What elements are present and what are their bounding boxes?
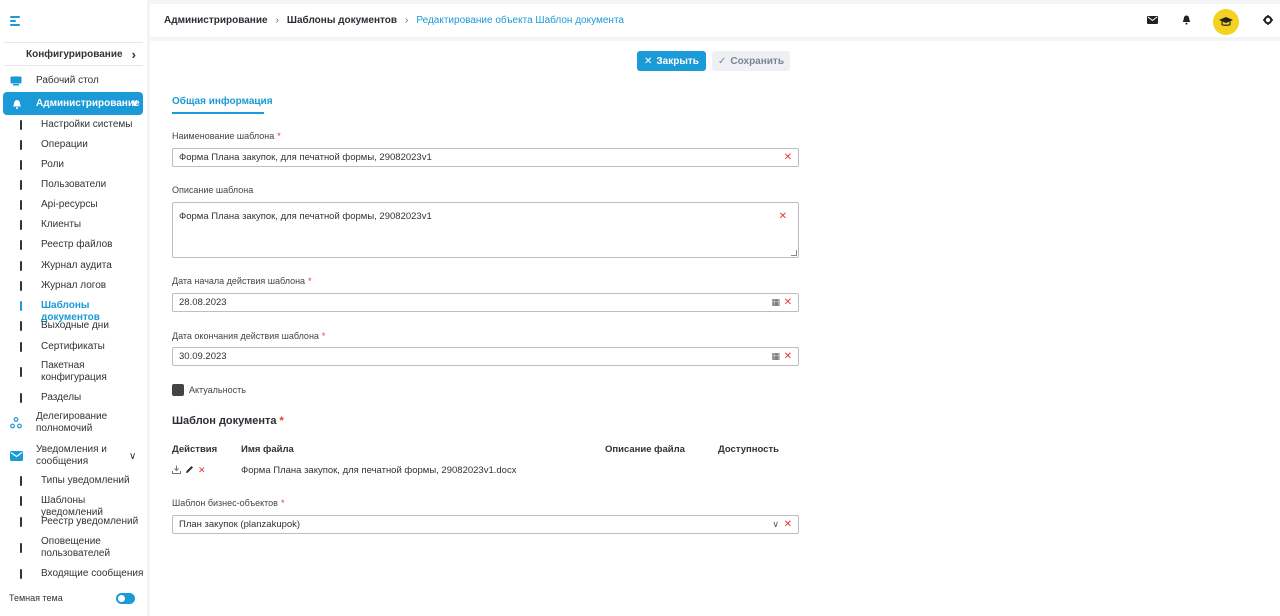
- template-desc-label: Описание шаблона: [172, 185, 254, 195]
- resize-handle[interactable]: [791, 250, 797, 256]
- sidebar-item-notifications[interactable]: Уведомления и сообщения ∨: [0, 444, 147, 468]
- sidebar-subitem-audit[interactable]: Журнал аудита: [0, 260, 147, 272]
- mail-icon: [10, 451, 23, 461]
- col-desc-header: Описание файла: [605, 444, 685, 455]
- chevron-right-icon: ›: [131, 46, 136, 62]
- download-icon[interactable]: [172, 465, 181, 474]
- col-access-header: Доступность: [718, 444, 779, 455]
- breadcrumb-separator: ›: [405, 15, 409, 26]
- mail-icon[interactable]: [1147, 16, 1158, 24]
- file-name[interactable]: Форма Плана закупок, для печатной формы,…: [241, 465, 516, 476]
- dark-theme-toggle[interactable]: [116, 593, 135, 604]
- delete-icon[interactable]: ✕: [198, 465, 206, 476]
- sidebar-item-desktop[interactable]: Рабочий стол: [0, 74, 147, 88]
- sidebar-item-delegation[interactable]: Делегирование полномочий: [0, 411, 147, 435]
- graduation-cap-icon: [1219, 17, 1233, 26]
- calendar-icon[interactable]: ▦: [771, 297, 780, 308]
- breadcrumb-separator: ›: [275, 15, 279, 26]
- close-icon: ✕: [644, 55, 653, 67]
- breadcrumb: Администрирование › Шаблоны документов ›…: [164, 15, 624, 26]
- active-checkbox[interactable]: [172, 384, 184, 396]
- sidebar-subitem-doc-templates[interactable]: Шаблоны документов: [0, 300, 147, 323]
- calendar-icon[interactable]: ▦: [771, 351, 780, 362]
- avatar[interactable]: [1213, 9, 1239, 35]
- sidebar-subitem-certificates[interactable]: Сертификаты: [0, 341, 147, 353]
- sidebar-subitem-notif-templates[interactable]: Шаблоны уведомлений: [0, 495, 147, 518]
- end-date-field[interactable]: 30.09.2023 ▦ ✕: [172, 347, 799, 366]
- col-file-header: Имя файла: [241, 444, 294, 455]
- template-desc-field[interactable]: Форма Плана закупок, для печатной формы,…: [172, 202, 799, 258]
- end-date-label: Дата окончания действия шаблона *: [172, 331, 326, 341]
- sidebar-subitem-clients[interactable]: Клиенты: [0, 219, 147, 231]
- sidebar-subitem-user-alerts[interactable]: Оповещение пользователей: [0, 536, 147, 560]
- table-row-actions: ✕: [172, 465, 206, 476]
- close-button[interactable]: ✕ Закрыть: [637, 51, 706, 71]
- sidebar-item-label: Администрирование: [36, 98, 140, 109]
- clear-icon[interactable]: ✕: [779, 211, 787, 222]
- configure-section[interactable]: Конфигурирование ›: [4, 42, 143, 66]
- sidebar-subitem-settings[interactable]: Настройки системы: [0, 119, 147, 131]
- sidebar-subitem-batch-config[interactable]: Пакетная конфигурация: [0, 360, 147, 384]
- save-button[interactable]: ✓ Сохранить: [712, 51, 790, 71]
- delegation-icon: [10, 417, 22, 429]
- edit-icon[interactable]: [185, 465, 194, 474]
- sidebar-subitem-operations[interactable]: Операции: [0, 139, 147, 151]
- breadcrumb-templates[interactable]: Шаблоны документов: [287, 15, 397, 26]
- clear-icon[interactable]: ✕: [784, 152, 792, 163]
- gear-icon[interactable]: [1263, 15, 1273, 25]
- sidebar-subitem-users[interactable]: Пользователи: [0, 179, 147, 191]
- monitor-icon: [10, 76, 22, 86]
- sidebar-subitem-roles[interactable]: Роли: [0, 159, 147, 171]
- sidebar-item-label: Делегирование полномочий: [36, 411, 108, 434]
- chevron-down-icon[interactable]: ∨: [772, 519, 779, 530]
- sidebar-item-label: Рабочий стол: [36, 75, 99, 86]
- menu-icon[interactable]: [10, 16, 26, 28]
- sidebar-subitem-sections[interactable]: Разделы: [0, 392, 147, 404]
- sidebar-subitem-logs[interactable]: Журнал логов: [0, 280, 147, 292]
- sidebar-subitem-files[interactable]: Реестр файлов: [0, 239, 147, 251]
- biz-template-select[interactable]: План закупок (planzakupok) ∨ ✕: [172, 515, 799, 534]
- breadcrumb-current: Редактирование объекта Шаблон документа: [416, 15, 624, 26]
- biz-template-label: Шаблон бизнес-объектов *: [172, 498, 285, 508]
- save-button-label: Сохранить: [730, 55, 784, 67]
- template-name-field[interactable]: Форма Плана закупок, для печатной формы,…: [172, 148, 799, 167]
- sidebar-subitem-notif-types[interactable]: Типы уведомлений: [0, 475, 147, 487]
- sidebar-item-label: Уведомления и сообщения: [36, 444, 107, 467]
- bell-icon[interactable]: [1182, 15, 1191, 25]
- sidebar-subitem-incoming[interactable]: Входящие сообщения: [0, 568, 147, 580]
- clear-icon[interactable]: ✕: [784, 519, 792, 530]
- top-header: Администрирование › Шаблоны документов ›…: [150, 4, 1280, 37]
- sidebar: Конфигурирование › Рабочий стол Админист…: [0, 0, 147, 616]
- col-actions-header: Действия: [172, 444, 218, 455]
- configure-label: Конфигурирование: [26, 48, 123, 60]
- sidebar-item-administration[interactable]: Администрирование ∨: [3, 92, 143, 115]
- tab-underline: [172, 112, 264, 114]
- start-date-field[interactable]: 28.08.2023 ▦ ✕: [172, 293, 799, 312]
- sidebar-subitem-holidays[interactable]: Выходные дни: [0, 320, 147, 332]
- close-button-label: Закрыть: [656, 55, 699, 67]
- main-content: ✕ Закрыть ✓ Сохранить Общая информация Н…: [150, 41, 1280, 616]
- breadcrumb-admin[interactable]: Администрирование: [164, 15, 268, 26]
- template-name-label: Наименование шаблона *: [172, 131, 281, 141]
- clear-icon[interactable]: ✕: [784, 351, 792, 362]
- clear-icon[interactable]: ✕: [784, 297, 792, 308]
- doc-template-heading: Шаблон документа *: [172, 415, 284, 427]
- tab-general-info[interactable]: Общая информация: [172, 96, 273, 107]
- start-date-label: Дата начала действия шаблона *: [172, 276, 312, 286]
- dark-theme-label: Темная тема: [9, 593, 63, 603]
- chevron-down-icon: ∨: [129, 450, 137, 462]
- active-label: Актуальность: [189, 385, 246, 395]
- chevron-down-icon: ∨: [130, 98, 139, 109]
- sidebar-subitem-notif-registry[interactable]: Реестр уведомлений: [0, 516, 147, 528]
- check-icon: ✓: [718, 55, 727, 67]
- sidebar-subitem-api[interactable]: Api-ресурсы: [0, 199, 147, 211]
- bell-icon: [13, 99, 21, 109]
